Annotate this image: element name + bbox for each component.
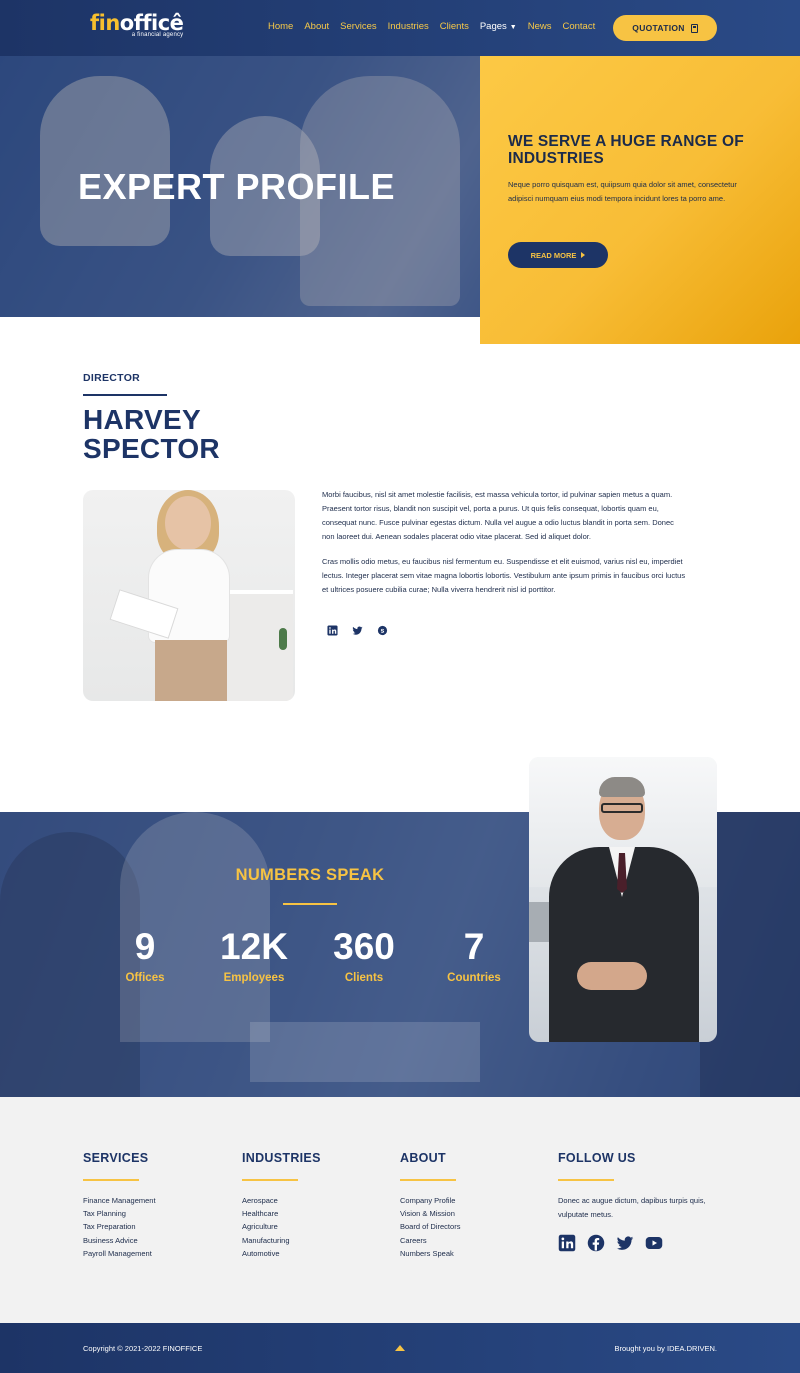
calculator-icon xyxy=(690,23,698,33)
logo-fin: fin xyxy=(90,11,120,35)
page-title: EXPERT PROFILE xyxy=(78,166,396,207)
nav-services[interactable]: Services xyxy=(340,21,376,32)
divider xyxy=(83,394,167,396)
stat-label: Clients xyxy=(344,972,384,984)
footer-industries-column: INDUSTRIES Aerospace Healthcare Agricult… xyxy=(242,1151,321,1261)
footer-link[interactable]: Agriculture xyxy=(242,1220,321,1233)
footer-services-column: SERVICES Finance Management Tax Planning… xyxy=(83,1151,156,1261)
divider xyxy=(242,1179,298,1181)
nav-pages-label: Pages xyxy=(479,21,507,32)
profile-name: HARVEY SPECTOR xyxy=(83,404,220,464)
stat-value: 7 xyxy=(463,926,485,967)
twitter-icon[interactable] xyxy=(616,1234,634,1252)
callout-text: Neque porro quisquam est, quiipsum quia … xyxy=(508,180,737,203)
footer-link[interactable]: Business Advice xyxy=(83,1234,156,1247)
credits-text: Brought you by IDEA.DRIVEN. xyxy=(614,1344,717,1353)
footer-link[interactable]: Board of Directors xyxy=(400,1220,460,1233)
copyright-text: Copyright © 2021-2022 FINOFFICE xyxy=(83,1344,203,1353)
footer-heading: FOLLOW US xyxy=(558,1151,636,1165)
executive-photo xyxy=(529,757,717,1042)
stat-value: 9 xyxy=(134,926,156,967)
scroll-to-top-icon[interactable] xyxy=(395,1345,405,1351)
bio-paragraph: Cras mollis odio metus, eu faucibus nisl… xyxy=(322,557,686,594)
footer-link[interactable]: Automotive xyxy=(242,1247,321,1260)
stat-label: Countries xyxy=(447,972,501,984)
stat-countries: 7 Countries xyxy=(419,926,529,984)
site-header: finofficê a financial agency Home About … xyxy=(0,0,800,56)
nav-pages-dropdown[interactable]: Pages ▼ xyxy=(480,21,517,32)
linkedin-icon[interactable] xyxy=(327,625,338,636)
quotation-label: QUOTATION xyxy=(632,23,685,33)
nav-home[interactable]: Home xyxy=(268,21,293,32)
nav-clients[interactable]: Clients xyxy=(440,21,469,32)
divider xyxy=(558,1179,614,1181)
logo[interactable]: finofficê a financial agency xyxy=(90,11,184,38)
footer-social-links xyxy=(558,1234,708,1252)
nav-news[interactable]: News xyxy=(528,21,552,32)
divider xyxy=(83,1179,139,1181)
industries-callout-card: WE SERVE A HUGE RANGE OF INDUSTRIES Nequ… xyxy=(480,56,800,344)
nav-industries[interactable]: Industries xyxy=(388,21,429,32)
profile-photo xyxy=(83,490,295,701)
divider xyxy=(283,903,337,905)
footer-link[interactable]: Finance Management xyxy=(83,1194,156,1207)
footer-link[interactable]: Healthcare xyxy=(242,1207,321,1220)
quotation-button[interactable]: QUOTATION xyxy=(613,15,717,41)
profile-role: DIRECTOR xyxy=(83,372,141,384)
main-nav: Home About Services Industries Clients P… xyxy=(268,21,595,32)
chevron-down-icon: ▼ xyxy=(509,24,517,31)
linkedin-icon[interactable] xyxy=(558,1234,576,1252)
numbers-title: NUMBERS SPEAK xyxy=(235,866,385,884)
footer-heading: INDUSTRIES xyxy=(242,1151,321,1165)
nav-about[interactable]: About xyxy=(304,21,329,32)
footer-link[interactable]: Tax Planning xyxy=(83,1207,156,1220)
stat-offices: 9 Offices xyxy=(90,926,200,984)
youtube-icon[interactable] xyxy=(645,1234,663,1252)
stat-clients: 360 Clients xyxy=(309,926,419,984)
facebook-icon[interactable] xyxy=(587,1234,605,1252)
stat-value: 12K xyxy=(220,926,288,967)
divider xyxy=(400,1179,456,1181)
nav-contact[interactable]: Contact xyxy=(562,21,595,32)
profile-bio: Morbi faucibus, nisl sit amet molestie f… xyxy=(322,488,686,597)
bio-paragraph: Morbi faucibus, nisl sit amet molestie f… xyxy=(322,490,674,541)
skype-icon[interactable] xyxy=(377,625,388,636)
footer-link[interactable]: Vision & Mission xyxy=(400,1207,460,1220)
play-arrow-icon xyxy=(581,252,586,258)
footer-link[interactable]: Tax Preparation xyxy=(83,1220,156,1233)
callout-title: WE SERVE A HUGE RANGE OF INDUSTRIES xyxy=(508,133,744,167)
follow-text: Donec ac augue dictum, dapibus turpis qu… xyxy=(558,1195,706,1219)
read-more-label: READ MORE xyxy=(530,250,577,260)
footer-link[interactable]: Aerospace xyxy=(242,1194,321,1207)
stat-label: Offices xyxy=(125,972,165,984)
footer-heading: ABOUT xyxy=(400,1151,446,1165)
footer-link[interactable]: Careers xyxy=(400,1234,460,1247)
profile-social-links xyxy=(327,625,388,636)
footer-link[interactable]: Manufacturing xyxy=(242,1234,321,1247)
footer-link[interactable]: Payroll Management xyxy=(83,1247,156,1260)
stat-value: 360 xyxy=(333,926,395,967)
footer-heading: SERVICES xyxy=(83,1151,149,1165)
stat-employees: 12K Employees xyxy=(199,926,309,984)
footer-link[interactable]: Numbers Speak xyxy=(400,1247,460,1260)
footer-about-column: ABOUT Company Profile Vision & Mission B… xyxy=(400,1151,460,1261)
stat-label: Employees xyxy=(223,972,285,984)
footer-follow-column: FOLLOW US Donec ac augue dictum, dapibus… xyxy=(558,1151,708,1252)
twitter-icon[interactable] xyxy=(352,625,363,636)
read-more-button[interactable]: READ MORE xyxy=(508,242,608,268)
hero-photo-person xyxy=(40,76,170,246)
footer-link[interactable]: Company Profile xyxy=(400,1194,460,1207)
